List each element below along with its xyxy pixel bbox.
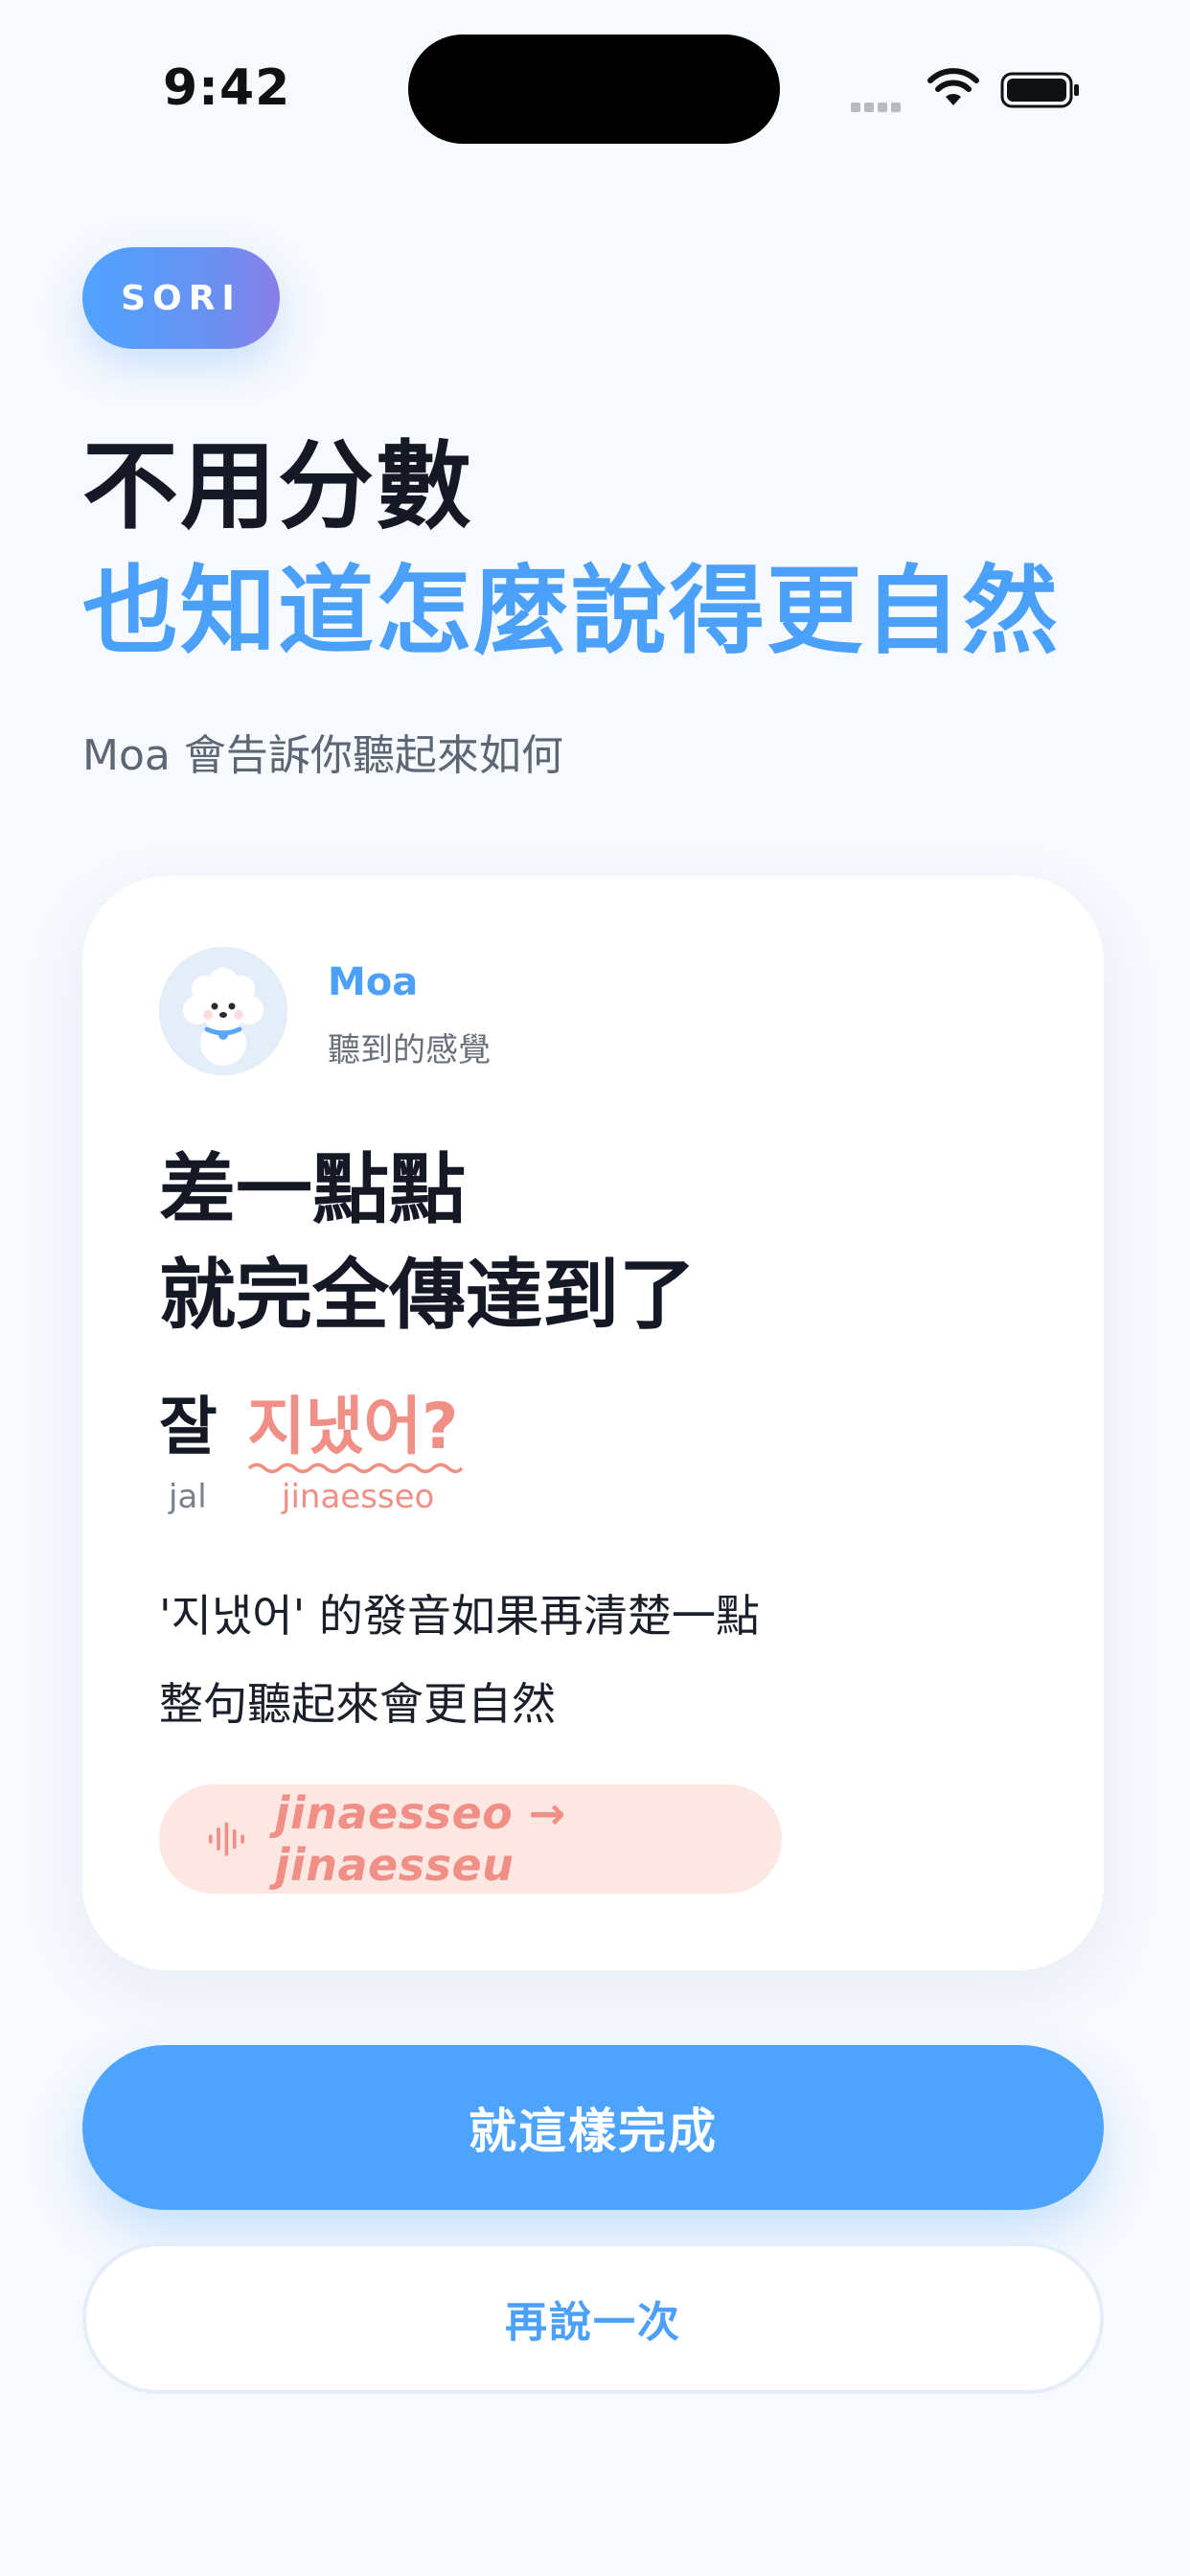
cellular-signal-icon bbox=[851, 98, 910, 112]
status-time: 9:42 bbox=[163, 59, 291, 117]
retry-button[interactable]: 再說一次 bbox=[82, 2242, 1104, 2394]
pronunciation-correction-pill[interactable]: jinaesseo → jinaesseu bbox=[159, 1784, 782, 1894]
battery-icon bbox=[1000, 72, 1079, 108]
tutor-role: 聽到的感覺 bbox=[328, 1031, 491, 1070]
phrase-word: 잘 bbox=[159, 1390, 217, 1463]
audio-waveform-icon bbox=[208, 1822, 244, 1856]
phrase-romanization: jal bbox=[169, 1478, 207, 1516]
feedback-verdict-line-1: 差一點點 bbox=[159, 1145, 466, 1234]
page-title-line-1: 不用分數 bbox=[82, 430, 473, 542]
phrase-word-highlighted: 지냈어? bbox=[247, 1390, 459, 1463]
squiggle-underline bbox=[247, 1462, 464, 1474]
poodle-mascot-icon bbox=[159, 947, 287, 1075]
correction-text: jinaesseo → jinaesseu bbox=[274, 1787, 566, 1891]
feedback-explanation-line-2: 整句聽起來會更自然 bbox=[159, 1678, 556, 1730]
feedback-verdict-line-2: 就完全傳達到了 bbox=[159, 1251, 696, 1340]
wifi-icon bbox=[927, 68, 979, 105]
dynamic-island bbox=[408, 34, 780, 144]
tutor-avatar bbox=[159, 947, 287, 1075]
feedback-explanation-line-1: '지냈어' 的發音如果再清楚一點 bbox=[159, 1590, 760, 1642]
page-subtitle: Moa 會告訴你聽起來如何 bbox=[82, 731, 563, 780]
phrase-romanization-highlighted: jinaesseo bbox=[282, 1478, 435, 1516]
tutor-name: Moa bbox=[328, 960, 419, 1004]
brand-logo-pill: SORI bbox=[82, 247, 280, 349]
page-title-line-2: 也知道怎麼說得更自然 bbox=[82, 555, 1060, 667]
brand-logo-text: SORI bbox=[121, 278, 241, 318]
finish-button[interactable]: 就這樣完成 bbox=[82, 2045, 1104, 2210]
